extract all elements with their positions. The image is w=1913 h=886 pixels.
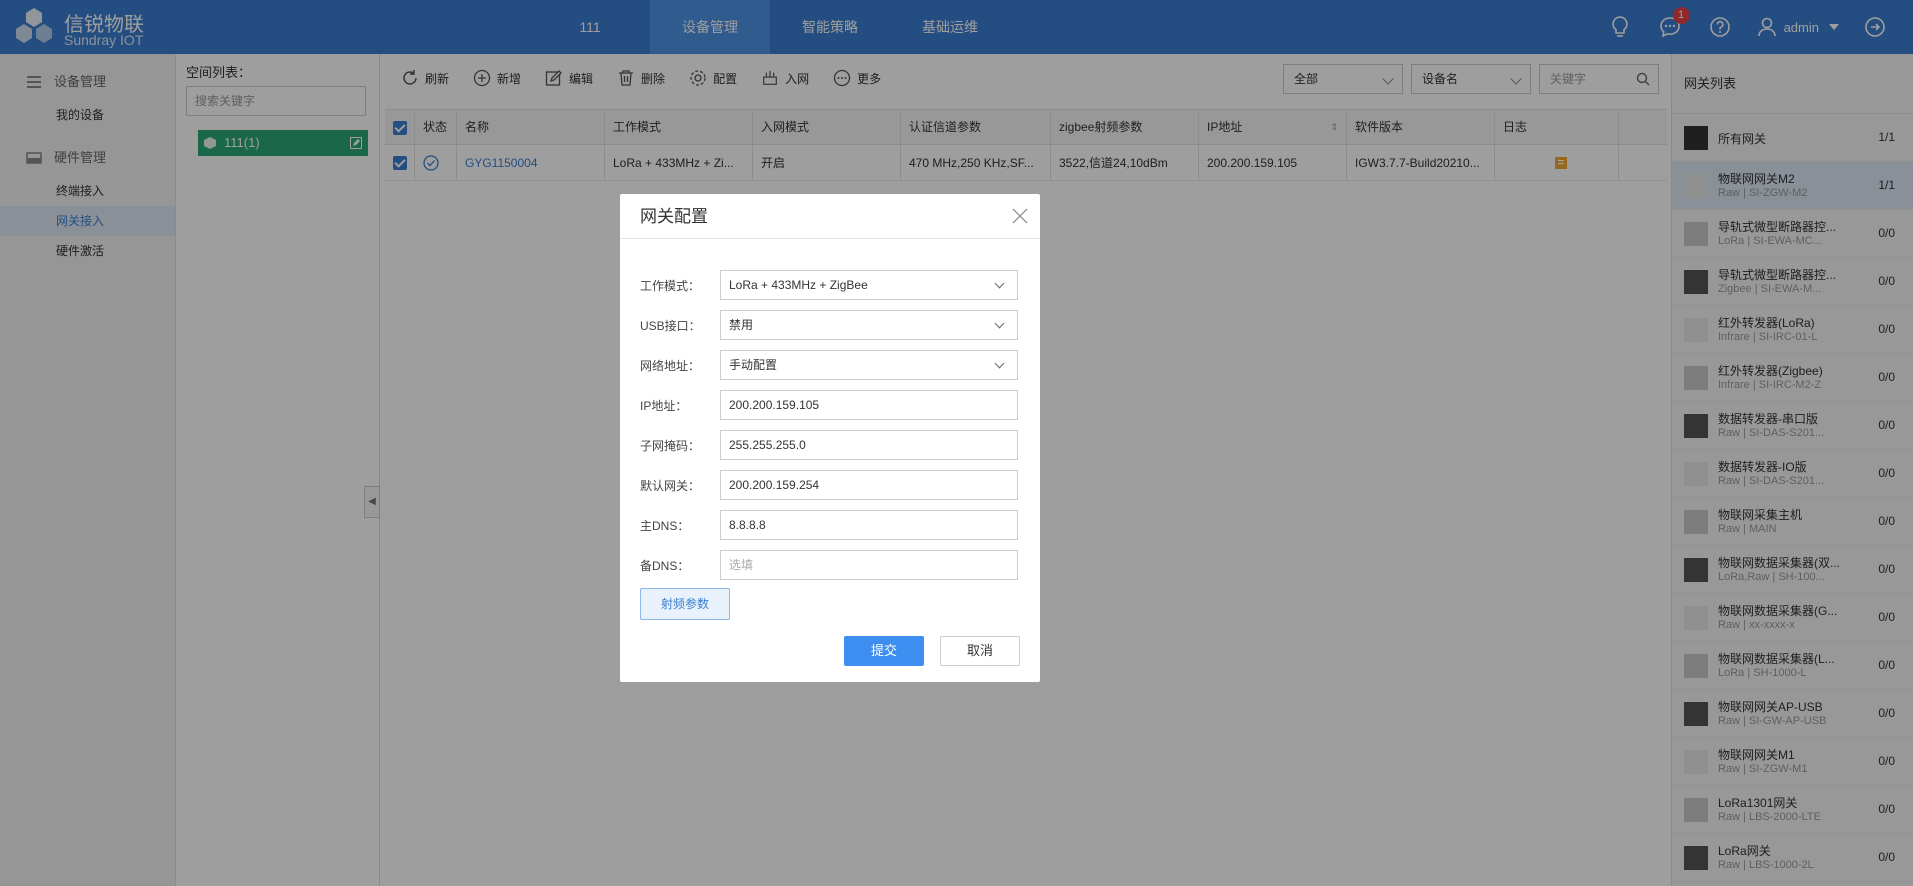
field-network-address: 网络地址： 手动配置 xyxy=(640,350,1020,380)
gateway-config-dialog: 网关配置 工作模式： LoRa + 433MHz + ZigBee USB接口：… xyxy=(620,194,1040,682)
ip-label: IP地址： xyxy=(640,398,688,413)
field-ip: IP地址： 200.200.159.105 xyxy=(640,390,1020,420)
work-mode-label: 工作模式： xyxy=(640,278,701,293)
gateway-label: 默认网关： xyxy=(640,478,701,493)
primary-dns-input[interactable]: 8.8.8.8 xyxy=(720,510,1018,540)
secondary-dns-label: 备DNS： xyxy=(640,558,690,573)
usb-label: USB接口： xyxy=(640,318,701,333)
secondary-dns-input[interactable]: 选填 xyxy=(720,550,1018,580)
field-usb: USB接口： 禁用 xyxy=(640,310,1020,340)
dialog-title: 网关配置 xyxy=(620,194,1040,239)
submit-button[interactable]: 提交 xyxy=(844,636,924,666)
field-secondary-dns: 备DNS： 选填 xyxy=(640,550,1020,580)
subnet-input[interactable]: 255.255.255.0 xyxy=(720,430,1018,460)
network-address-select[interactable]: 手动配置 xyxy=(720,350,1018,380)
chevron-down-icon xyxy=(994,318,1005,329)
rf-params-button[interactable]: 射频参数 xyxy=(640,588,730,620)
usb-value: 禁用 xyxy=(729,318,754,332)
subnet-label: 子网掩码： xyxy=(640,438,701,453)
close-icon[interactable] xyxy=(1010,206,1030,226)
ip-input[interactable]: 200.200.159.105 xyxy=(720,390,1018,420)
network-address-label: 网络地址： xyxy=(640,358,701,373)
chevron-down-icon xyxy=(994,358,1005,369)
chevron-down-icon xyxy=(994,278,1005,289)
work-mode-select[interactable]: LoRa + 433MHz + ZigBee xyxy=(720,270,1018,300)
field-gateway: 默认网关： 200.200.159.254 xyxy=(640,470,1020,500)
field-subnet: 子网掩码： 255.255.255.0 xyxy=(640,430,1020,460)
field-primary-dns: 主DNS： 8.8.8.8 xyxy=(640,510,1020,540)
gateway-input[interactable]: 200.200.159.254 xyxy=(720,470,1018,500)
work-mode-value: LoRa + 433MHz + ZigBee xyxy=(729,278,868,292)
cancel-button[interactable]: 取消 xyxy=(940,636,1020,666)
network-address-value: 手动配置 xyxy=(729,358,778,372)
primary-dns-label: 主DNS： xyxy=(640,518,690,533)
field-work-mode: 工作模式： LoRa + 433MHz + ZigBee xyxy=(640,270,1020,300)
usb-select[interactable]: 禁用 xyxy=(720,310,1018,340)
